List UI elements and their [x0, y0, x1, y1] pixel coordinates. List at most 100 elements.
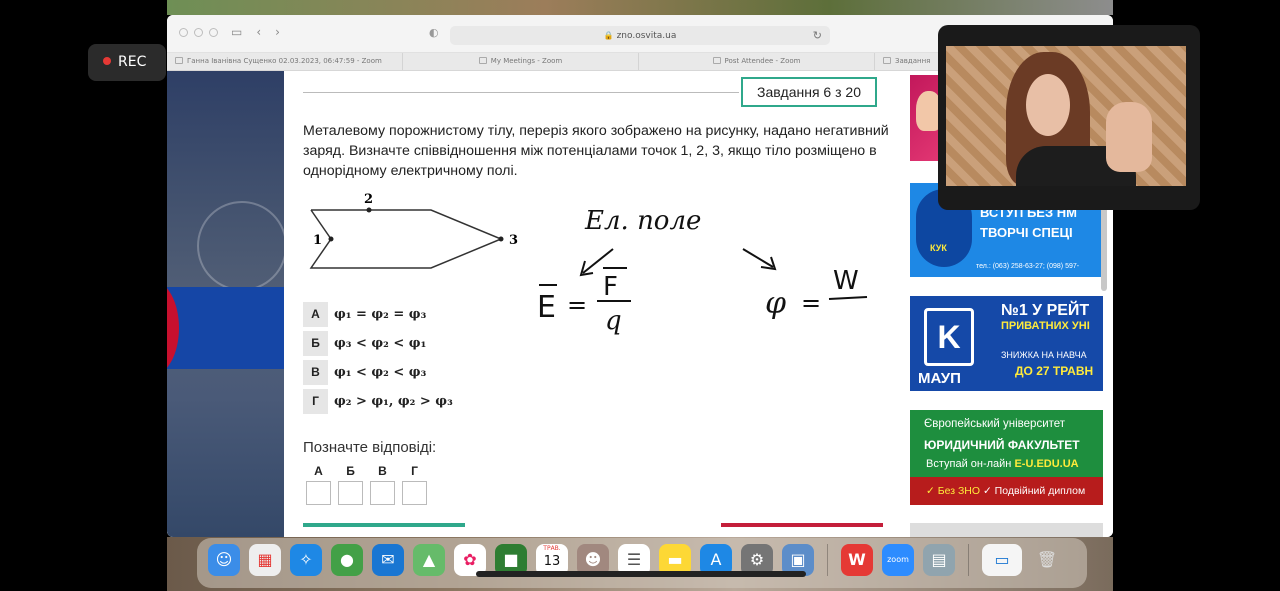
ad2-phone: тел.: (063) 258-63-27; (098) 597- — [976, 263, 1080, 270]
note-el-field: Ел. поле — [584, 206, 701, 236]
safari-icon[interactable]: ✧ — [290, 544, 322, 576]
dock-separator-2 — [968, 544, 969, 576]
window-controls — [179, 28, 218, 37]
lock-icon: 🔒 — [603, 31, 614, 40]
tab-favicon-icon — [478, 57, 487, 64]
zoom-icon[interactable]: zoom — [882, 544, 914, 576]
answer-checkbox-a[interactable] — [306, 481, 331, 505]
mark-answers-label: Позначте відповіді: — [303, 439, 437, 456]
maximize-window-icon[interactable] — [209, 28, 218, 37]
note-phi: φ — [765, 286, 786, 321]
ad3-line1: №1 У РЕЙТ — [1001, 302, 1090, 319]
option-letter: Г — [303, 389, 328, 414]
answer-grid: А Б В Г — [306, 464, 427, 505]
task-content: Завдання 6 з 20 Металевому порожнистому … — [303, 71, 891, 537]
answer-options: Аφ₁ = φ₂ = φ₃ Бφ₃ < φ₂ < φ₁ Вφ₁ < φ₂ < φ… — [303, 302, 453, 418]
ad4-line1: Європейський університет — [924, 418, 1066, 430]
ad4-line3: Вступай он-лайн E-U.EDU.UA — [926, 458, 1079, 470]
answer-letter: В — [378, 464, 387, 478]
ad4-line2: ЮРИДИЧНИЙ ФАКУЛЬТЕТ — [924, 438, 1080, 452]
forward-icon[interactable]: › — [275, 25, 280, 39]
trash-icon[interactable]: 🗑 — [1031, 544, 1063, 576]
left-background-image — [167, 71, 284, 537]
messages-icon[interactable]: ● — [331, 544, 363, 576]
desktop-wallpaper — [167, 0, 1113, 15]
minimize-window-icon[interactable] — [194, 28, 203, 37]
answer-v: В — [370, 464, 395, 505]
ad-banner-5[interactable] — [910, 523, 1103, 537]
question-text: Металевому порожнистому тілу, переріз як… — [303, 123, 889, 179]
prev-button[interactable] — [303, 523, 465, 527]
ad2-line2: ТВОРЧІ СПЕЦІ — [980, 225, 1073, 240]
ad3-line3: ЗНИЖКА НА НАВЧА — [1001, 350, 1087, 360]
answer-checkbox-v[interactable] — [370, 481, 395, 505]
person-face — [1026, 74, 1070, 136]
handwritten-notes: Ел. поле E = F q φ = W — [537, 206, 868, 336]
maup-logo: K МАУП — [910, 296, 988, 391]
label-point-1: 1 — [313, 233, 322, 248]
answer-checkbox-b[interactable] — [338, 481, 363, 505]
ad4-foot-a: ✓ Без ЗНО — [926, 485, 983, 497]
back-icon[interactable]: ‹ — [256, 25, 261, 39]
ad-banner-maup[interactable]: K МАУП №1 У РЕЙТ ПРИВАТНИХ УНІ ЗНИЖКА НА … — [910, 296, 1103, 391]
tab-label: Завдання — [895, 57, 931, 65]
tab-favicon-icon — [883, 57, 891, 64]
answer-letter: А — [314, 464, 323, 478]
reload-icon[interactable]: ↻ — [813, 26, 822, 45]
address-bar[interactable]: 🔒 zno.osvita.ua ↻ — [450, 26, 830, 45]
point-2 — [366, 207, 372, 213]
tab-post-attendee[interactable]: Post Attendee - Zoom — [639, 53, 875, 70]
participant-video[interactable] — [946, 46, 1186, 186]
body-outline — [309, 209, 503, 269]
close-window-icon[interactable] — [179, 28, 188, 37]
tab-my-meetings[interactable]: My Meetings - Zoom — [403, 53, 639, 70]
screenshot-app-icon[interactable]: ▤ — [923, 544, 955, 576]
ad4-footer: ✓ Без ЗНО ✓ Подвійний диплом — [910, 477, 1103, 505]
person-hand — [1106, 102, 1152, 172]
screen: ▭ ‹ › ◐ 🔒 zno.osvita.ua ↻ Ганна Іванівна … — [0, 0, 1280, 591]
answer-checkbox-g[interactable] — [402, 481, 427, 505]
launchpad-icon[interactable]: ▦ — [249, 544, 281, 576]
label-point-2: 2 — [364, 192, 373, 207]
rec-label: REC — [118, 54, 147, 70]
tab-zoom-meeting[interactable]: Ганна Іванівна Сущенко 02.03.2023, 06:47… — [167, 53, 403, 70]
answer-a: А — [306, 464, 331, 505]
dock-separator — [827, 544, 828, 576]
answer-g: Г — [402, 464, 427, 505]
option-formula: φ₁ < φ₂ < φ₃ — [334, 365, 427, 380]
answer-letter: Г — [411, 464, 418, 478]
note-q: q — [605, 306, 622, 336]
option-v: Вφ₁ < φ₂ < φ₃ — [303, 360, 453, 385]
label-point-3: 3 — [509, 233, 518, 248]
option-formula: φ₃ < φ₂ < φ₁ — [334, 336, 427, 351]
nav-buttons: ▭ ‹ › — [231, 25, 280, 39]
mail-icon[interactable]: ✉ — [372, 544, 404, 576]
body-cross-section-figure: 1 2 3 — [309, 192, 518, 269]
downloads-folder-icon[interactable]: ▭ — [982, 544, 1022, 576]
arrow-head — [579, 260, 594, 277]
recording-indicator: REC — [88, 44, 166, 81]
answer-b: Б — [338, 464, 363, 505]
arrow-line-2 — [742, 248, 774, 268]
option-g: Гφ₂ > φ₁, φ₂ > φ₃ — [303, 389, 453, 414]
equals-sign-2: = — [801, 289, 821, 317]
tab-label: My Meetings - Zoom — [490, 57, 563, 65]
calendar-day: 13 — [543, 554, 561, 569]
option-letter: Б — [303, 331, 328, 356]
option-a: Аφ₁ = φ₂ = φ₃ — [303, 302, 453, 327]
sidebar-icon[interactable]: ▭ — [231, 25, 242, 39]
maps-icon[interactable]: ▲ — [413, 544, 445, 576]
finder-icon[interactable]: ☺ — [208, 544, 240, 576]
privacy-shield-icon[interactable]: ◐ — [429, 26, 439, 39]
option-formula: φ₁ = φ₂ = φ₃ — [334, 307, 427, 322]
option-letter: А — [303, 302, 328, 327]
ad-banner-eu[interactable]: Європейський університет ЮРИДИЧНИЙ ФАКУЛ… — [910, 410, 1103, 505]
tab-label: Post Attendee - Zoom — [724, 57, 801, 65]
next-button[interactable] — [721, 523, 883, 527]
answer-letter: Б — [346, 464, 355, 478]
wps-office-icon[interactable]: W — [841, 544, 873, 576]
option-b: Бφ₃ < φ₂ < φ₁ — [303, 331, 453, 356]
divider — [303, 92, 739, 93]
blue-band — [167, 287, 284, 369]
option-letter: В — [303, 360, 328, 385]
